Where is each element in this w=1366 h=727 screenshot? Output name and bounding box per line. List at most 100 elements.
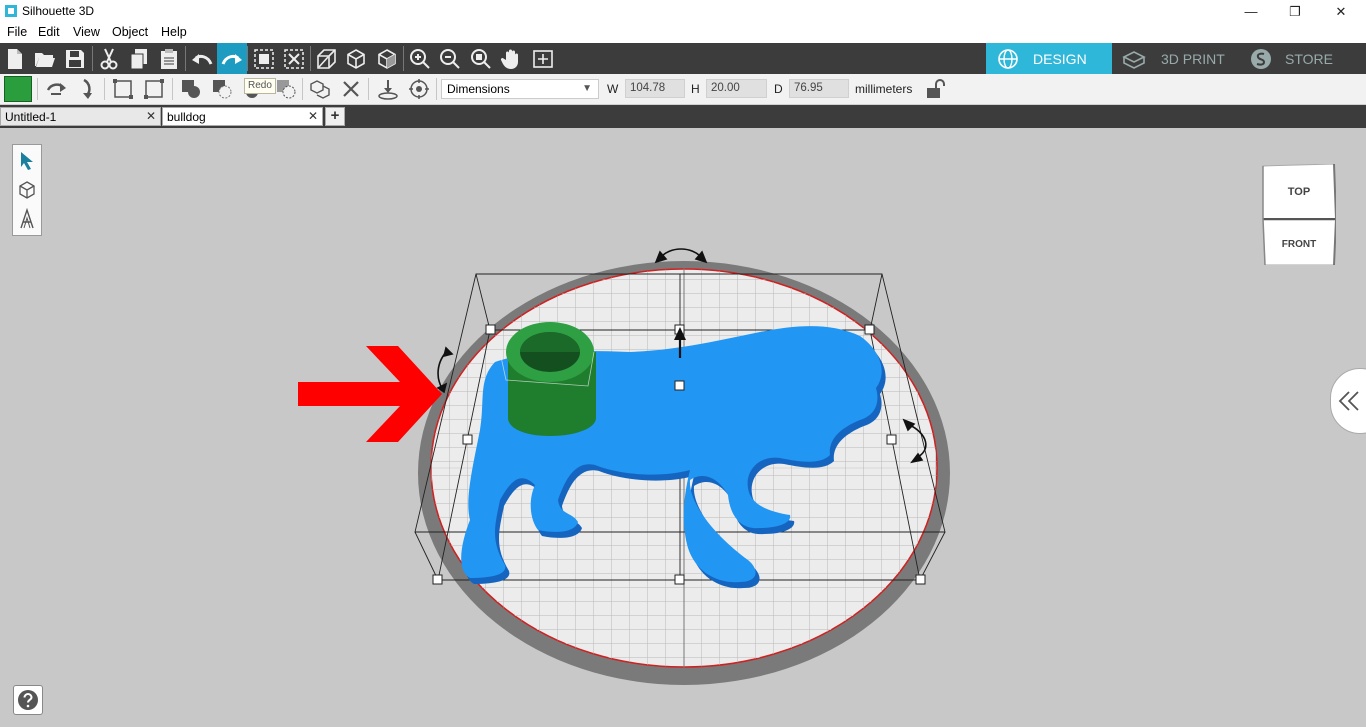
help-button[interactable] bbox=[13, 685, 43, 715]
delete-button[interactable] bbox=[338, 76, 364, 102]
minimize-button[interactable]: — bbox=[1228, 0, 1274, 23]
height-label: H bbox=[691, 82, 700, 96]
fill-color-swatch[interactable] bbox=[4, 76, 32, 102]
delete-x-icon bbox=[343, 81, 359, 97]
duplicate-button[interactable] bbox=[307, 76, 333, 102]
window-title: Silhouette 3D bbox=[22, 4, 95, 18]
close-tab-icon[interactable]: ✕ bbox=[146, 109, 156, 123]
zoom-in-icon bbox=[410, 48, 430, 69]
exclude-button[interactable] bbox=[273, 76, 299, 102]
rotate-handle-right[interactable] bbox=[902, 418, 927, 464]
redo-icon bbox=[221, 53, 242, 65]
transform-icon bbox=[144, 79, 164, 99]
fit-view-button[interactable] bbox=[528, 43, 558, 74]
dimensions-dropdown-value: Dimensions bbox=[447, 82, 510, 96]
app-icon bbox=[5, 5, 17, 17]
menu-help[interactable]: Help bbox=[161, 25, 187, 39]
redo-tooltip: Redo bbox=[244, 78, 276, 94]
box-shaded-button[interactable] bbox=[372, 43, 402, 74]
rotate-handle-top[interactable] bbox=[654, 248, 708, 264]
new-file-button[interactable] bbox=[0, 43, 30, 74]
flip-horizontal-icon bbox=[46, 83, 66, 95]
tab-3d-print[interactable]: 3D PRINT bbox=[1112, 43, 1236, 74]
drop-floor-icon bbox=[378, 80, 398, 100]
paste-button[interactable] bbox=[154, 43, 184, 74]
menu-edit[interactable]: Edit bbox=[38, 25, 60, 39]
cube-icon bbox=[347, 48, 365, 69]
undo-button[interactable] bbox=[187, 43, 217, 74]
box-view-button[interactable] bbox=[341, 43, 371, 74]
group-button[interactable] bbox=[249, 43, 279, 74]
transform-button[interactable] bbox=[141, 76, 167, 102]
group-icon bbox=[254, 48, 274, 69]
depth-field[interactable]: 76.95 bbox=[789, 79, 849, 98]
close-window-button[interactable]: ✕ bbox=[1318, 0, 1364, 23]
lift-arrow-handle[interactable] bbox=[674, 327, 686, 358]
unlock-icon bbox=[927, 79, 945, 98]
text-a-icon bbox=[20, 208, 34, 229]
clipboard-icon bbox=[161, 48, 177, 69]
shape-tool[interactable] bbox=[15, 177, 39, 203]
center-target-icon bbox=[409, 79, 429, 99]
undo-icon bbox=[192, 53, 213, 65]
add-tab-button[interactable]: + bbox=[325, 107, 345, 126]
save-button[interactable] bbox=[60, 43, 90, 74]
menu-bar: File Edit View Object Help bbox=[0, 23, 1366, 43]
menu-view[interactable]: View bbox=[73, 25, 100, 39]
lock-aspect-button[interactable] bbox=[922, 76, 948, 102]
side-panel-toggle[interactable] bbox=[1330, 368, 1366, 434]
extrude-icon bbox=[317, 48, 336, 69]
doc-tab-untitled[interactable]: Untitled-1 ✕ bbox=[0, 107, 161, 126]
view-cube[interactable]: TOP FRONT bbox=[1262, 164, 1336, 265]
bulldog-model bbox=[461, 326, 882, 583]
red-annotation-arrow bbox=[298, 346, 442, 442]
restore-button[interactable]: ❐ bbox=[1272, 0, 1318, 23]
flip-horizontal-button[interactable] bbox=[43, 76, 69, 102]
subtract-button[interactable] bbox=[209, 76, 235, 102]
store-s-icon bbox=[1251, 48, 1271, 69]
text-tool[interactable] bbox=[15, 206, 39, 232]
dimensions-dropdown[interactable]: Dimensions ▼ bbox=[441, 79, 599, 99]
double-chevron-left-icon bbox=[1338, 391, 1359, 411]
tab-design[interactable]: DESIGN bbox=[986, 43, 1112, 74]
union-icon bbox=[182, 80, 200, 98]
redo-button[interactable] bbox=[217, 43, 247, 74]
height-field[interactable]: 20.00 bbox=[706, 79, 767, 98]
flip-vertical-button[interactable] bbox=[74, 76, 100, 102]
union-button[interactable] bbox=[178, 76, 204, 102]
width-field[interactable]: 104.78 bbox=[625, 79, 685, 98]
cut-button[interactable] bbox=[94, 43, 124, 74]
menu-file[interactable]: File bbox=[7, 25, 27, 39]
view-cube-top-label[interactable]: TOP bbox=[1288, 186, 1310, 198]
doc-tab-label: bulldog bbox=[167, 110, 206, 124]
menu-object[interactable]: Object bbox=[112, 25, 148, 39]
zoom-in-button[interactable] bbox=[405, 43, 435, 74]
copy-icon bbox=[130, 48, 147, 69]
open-file-button[interactable] bbox=[30, 43, 60, 74]
select-tool[interactable] bbox=[15, 148, 39, 174]
ungroup-button[interactable] bbox=[279, 43, 309, 74]
extrude-button[interactable] bbox=[311, 43, 341, 74]
hand-icon bbox=[500, 49, 518, 69]
drop-to-floor-button[interactable] bbox=[375, 76, 401, 102]
title-bar: Silhouette 3D — ❐ ✕ bbox=[0, 0, 1366, 23]
zoom-out-button[interactable] bbox=[435, 43, 465, 74]
fit-view-icon bbox=[533, 49, 553, 68]
subtract-icon bbox=[213, 80, 232, 99]
pan-button[interactable] bbox=[496, 43, 526, 74]
rotate-handle-left[interactable] bbox=[436, 346, 454, 394]
width-label: W bbox=[607, 82, 619, 96]
doc-tab-bulldog[interactable]: bulldog ✕ bbox=[162, 107, 323, 126]
build-plate bbox=[418, 261, 950, 685]
close-tab-icon[interactable]: ✕ bbox=[308, 109, 318, 123]
view-cube-front-label[interactable]: FRONT bbox=[1282, 239, 1316, 250]
align-objects-button[interactable] bbox=[110, 76, 136, 102]
depth-label: D bbox=[774, 82, 783, 96]
folder-open-icon bbox=[35, 52, 55, 67]
center-button[interactable] bbox=[406, 76, 432, 102]
zoom-fit-button[interactable] bbox=[466, 43, 496, 74]
copy-button[interactable] bbox=[124, 43, 154, 74]
selection-handles[interactable] bbox=[432, 324, 926, 585]
tab-store[interactable]: STORE bbox=[1236, 43, 1366, 74]
scissors-icon bbox=[100, 48, 118, 69]
